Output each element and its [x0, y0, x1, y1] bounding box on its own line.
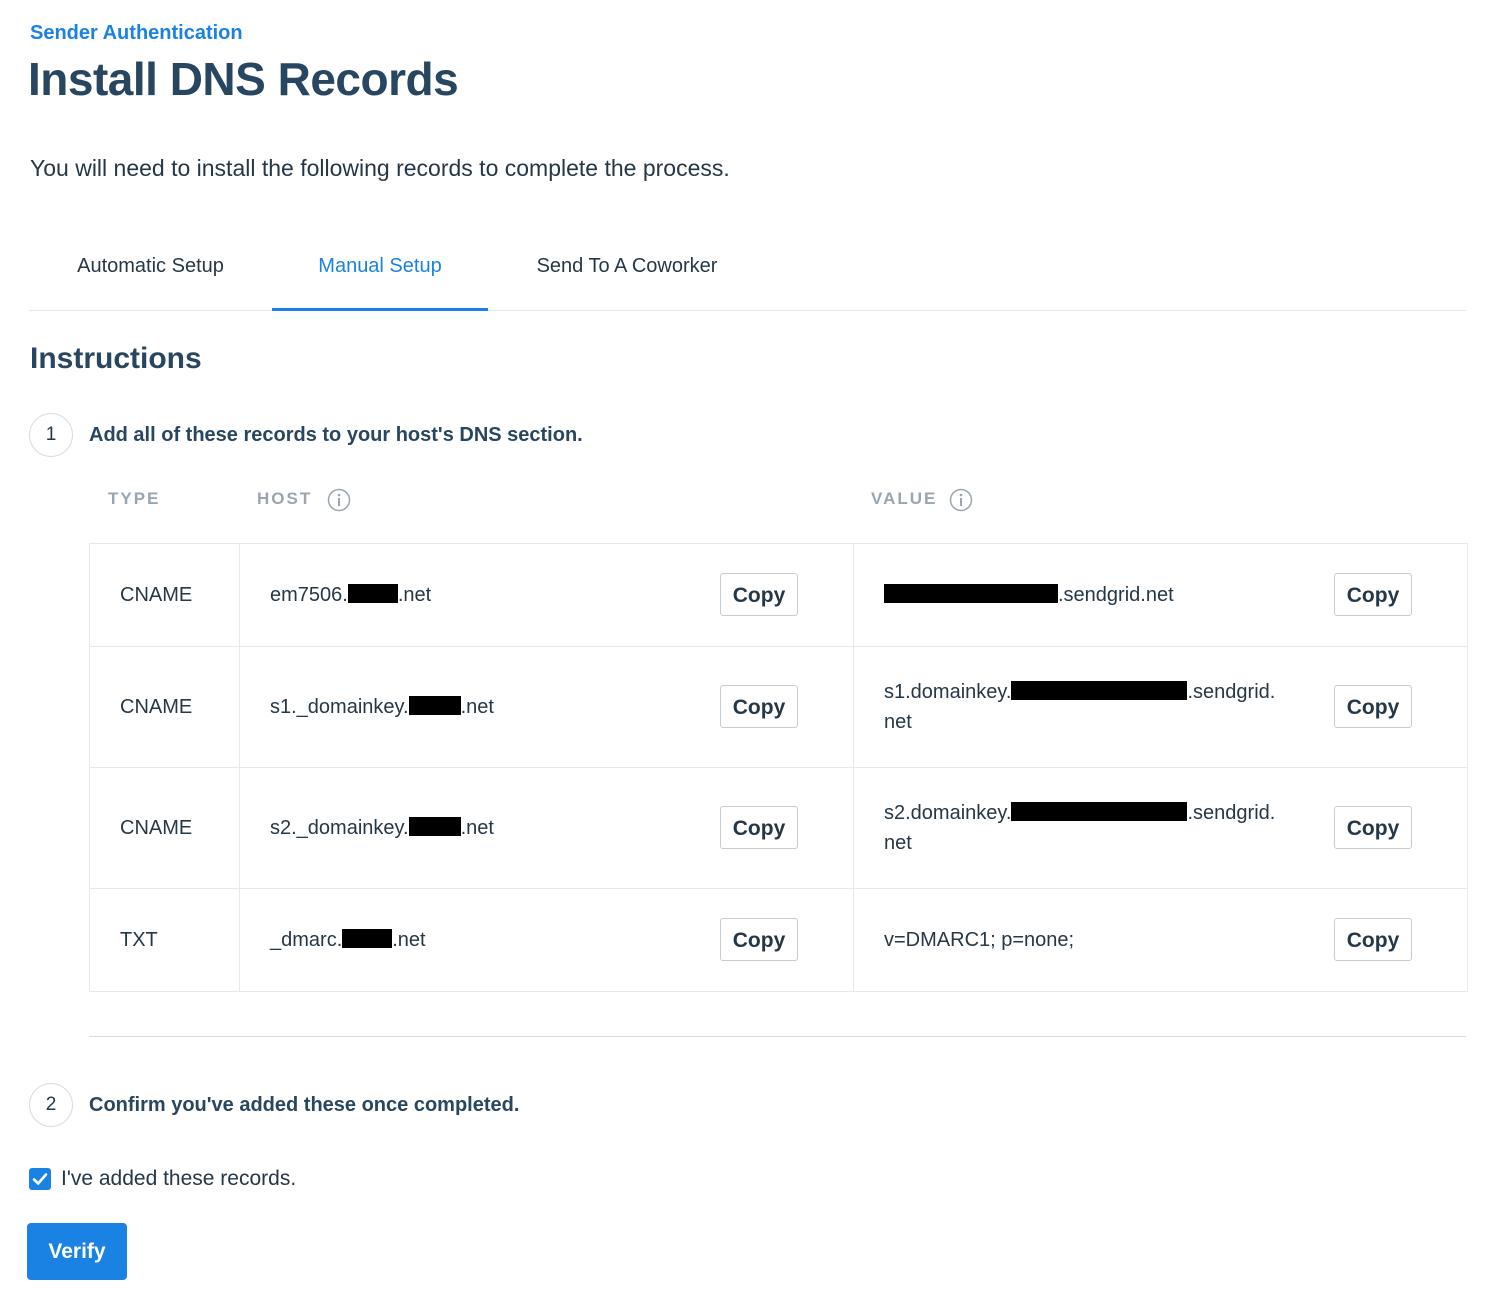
copy-value-button[interactable]: Copy — [1334, 918, 1412, 961]
table-row: TXT _dmarc. .net Copy v=DMARC1; p=none; C… — [90, 889, 1467, 991]
column-divider — [239, 544, 240, 646]
record-value: v=DMARC1; p=none; — [884, 925, 1294, 955]
redacted-block — [347, 584, 398, 603]
tab-send-to-coworker[interactable]: Send To A Coworker — [488, 238, 766, 308]
redacted-block — [884, 584, 1058, 603]
page-title: Install DNS Records — [28, 53, 459, 105]
info-circle-icon[interactable] — [949, 488, 973, 512]
step-1-number: 1 — [29, 413, 73, 457]
host-prefix: em7506. — [270, 584, 348, 606]
record-host: em7506. .net — [270, 584, 431, 607]
column-divider — [853, 768, 854, 888]
step-2-number: 2 — [29, 1083, 73, 1127]
value-suffix: .sendgrid. — [1187, 802, 1276, 824]
checkmark-icon — [32, 1173, 48, 1185]
column-divider — [853, 544, 854, 646]
value-tail: net — [884, 711, 912, 733]
column-divider — [239, 768, 240, 888]
record-value: s2.domainkey. .sendgrid. net — [884, 798, 1294, 858]
record-type: CNAME — [120, 817, 193, 839]
copy-host-button[interactable]: Copy — [720, 918, 798, 961]
copy-host-button[interactable]: Copy — [720, 685, 798, 728]
tab-manual-setup[interactable]: Manual Setup — [272, 238, 488, 311]
value-prefix: s1.domainkey. — [884, 681, 1012, 703]
records-added-checkbox[interactable] — [29, 1168, 51, 1190]
column-header-type: TYPE — [108, 489, 161, 508]
record-type: CNAME — [120, 696, 193, 718]
record-value: s1.domainkey. .sendgrid. net — [884, 677, 1294, 737]
section-divider — [89, 1036, 1466, 1037]
copy-value-button[interactable]: Copy — [1334, 806, 1412, 849]
record-type: TXT — [120, 929, 158, 951]
copy-value-button[interactable]: Copy — [1334, 573, 1412, 616]
record-host: _dmarc. .net — [270, 929, 426, 952]
column-header-host: HOST — [257, 489, 313, 508]
value-prefix: v=DMARC1; p=none; — [884, 929, 1075, 951]
copy-value-button[interactable]: Copy — [1334, 685, 1412, 728]
records-added-label[interactable]: I've added these records. — [61, 1167, 296, 1191]
host-suffix: .net — [460, 817, 494, 839]
page-subtitle: You will need to install the following r… — [30, 155, 730, 181]
table-row: CNAME em7506. .net Copy .sendgrid.net Cop… — [90, 544, 1467, 647]
copy-host-button[interactable]: Copy — [720, 806, 798, 849]
record-type: CNAME — [120, 584, 193, 606]
info-circle-icon[interactable] — [327, 488, 351, 512]
value-tail: net — [884, 832, 912, 854]
value-prefix: s2.domainkey. — [884, 802, 1012, 824]
column-header-value: VALUE — [871, 489, 938, 508]
redacted-block — [1011, 681, 1188, 700]
setup-tabs: Automatic Setup Manual Setup Send To A C… — [29, 238, 1466, 311]
column-divider — [853, 647, 854, 767]
verify-button[interactable]: Verify — [27, 1223, 127, 1280]
step-1-text: Add all of these records to your host's … — [89, 424, 583, 446]
tab-automatic-setup[interactable]: Automatic Setup — [29, 238, 272, 308]
table-row: CNAME s1._domainkey. .net Copy s1.domaink… — [90, 647, 1467, 768]
value-suffix: .sendgrid.net — [1058, 584, 1174, 606]
table-row: CNAME s2._domainkey. .net Copy s2.domaink… — [90, 768, 1467, 889]
host-prefix: s2._domainkey. — [270, 817, 409, 839]
step-2-text: Confirm you've added these once complete… — [89, 1094, 520, 1116]
host-suffix: .net — [397, 584, 432, 606]
redacted-block — [1011, 802, 1188, 821]
redacted-block — [408, 817, 461, 836]
column-divider — [239, 889, 240, 991]
instructions-title: Instructions — [30, 342, 202, 375]
record-host: s2._domainkey. .net — [270, 817, 494, 840]
record-value: .sendgrid.net — [884, 580, 1294, 610]
column-divider — [239, 647, 240, 767]
redacted-block — [342, 929, 393, 948]
host-prefix: _dmarc. — [270, 929, 343, 951]
host-suffix: .net — [460, 696, 494, 718]
dns-records-table: CNAME em7506. .net Copy .sendgrid.net Cop… — [89, 543, 1468, 992]
copy-host-button[interactable]: Copy — [720, 573, 798, 616]
column-divider — [853, 889, 854, 991]
breadcrumb[interactable]: Sender Authentication — [30, 22, 243, 45]
host-prefix: s1._domainkey. — [270, 696, 409, 718]
redacted-block — [408, 696, 461, 715]
record-host: s1._domainkey. .net — [270, 696, 494, 719]
host-suffix: .net — [392, 929, 426, 951]
value-suffix: .sendgrid. — [1187, 681, 1276, 703]
